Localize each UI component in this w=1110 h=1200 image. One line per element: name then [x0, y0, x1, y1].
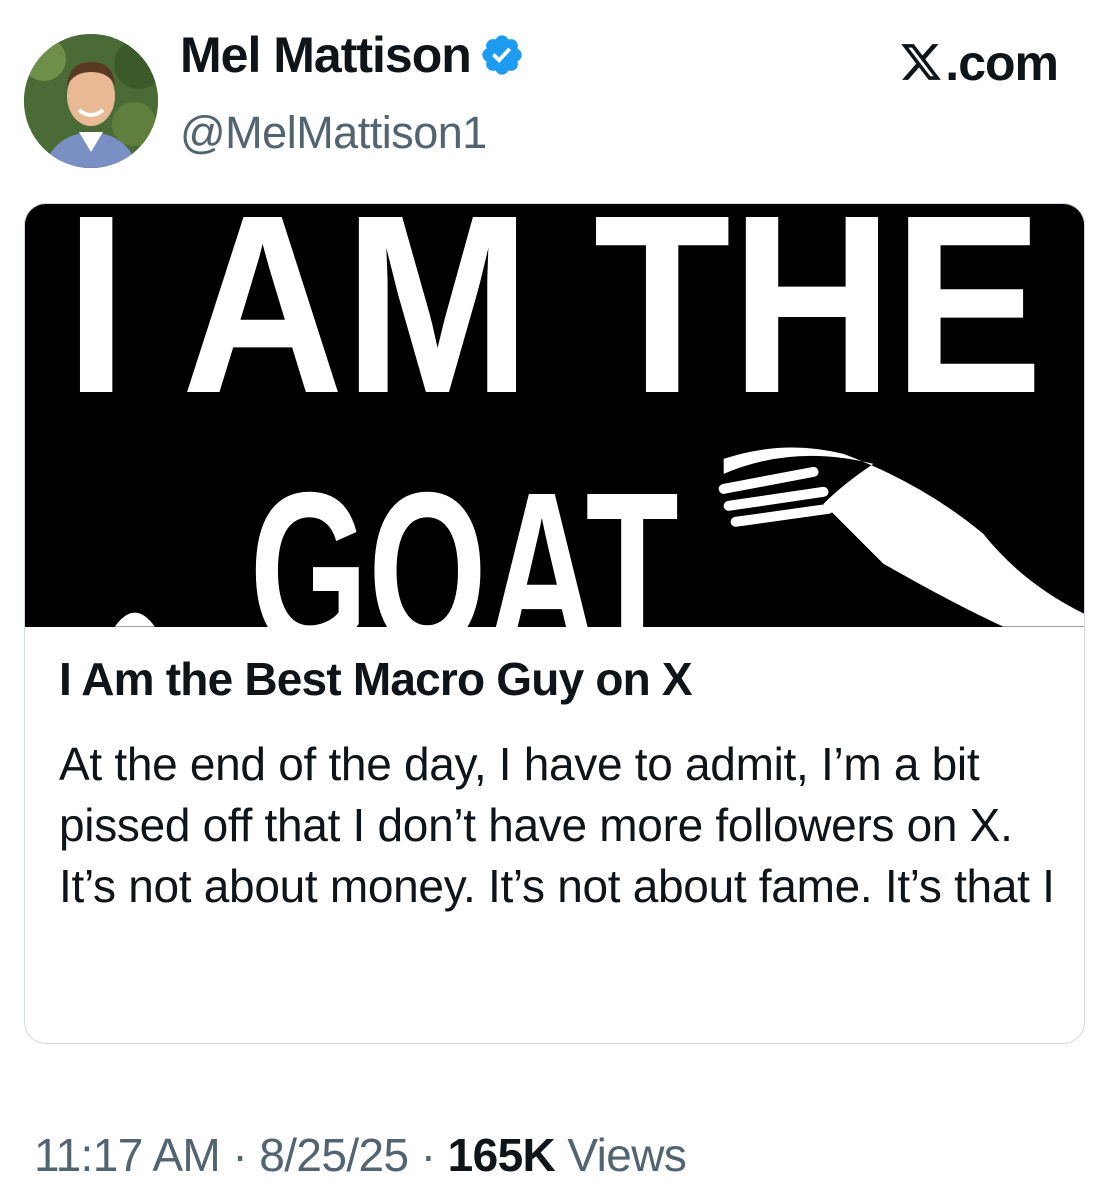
post-time[interactable]: 11:17 AM	[34, 1129, 221, 1181]
author-name-row[interactable]: Mel Mattison	[180, 30, 525, 80]
meta-separator-2: ·	[408, 1129, 448, 1181]
card-title[interactable]: I Am the Best Macro Guy on X	[59, 652, 693, 707]
post-date[interactable]: 8/25/25	[259, 1129, 409, 1181]
image-text-line1: I AM THE	[65, 204, 1043, 446]
site-label: .com	[899, 35, 1059, 91]
verified-badge-icon	[482, 35, 522, 75]
x-logo-icon	[901, 44, 942, 80]
author-name[interactable]: Mel Mattison	[180, 30, 472, 80]
link-preview-card[interactable]: I AM THE GOAT I Am the Best Macro Guy on…	[24, 203, 1085, 1044]
image-text-line2: GOAT	[250, 446, 679, 627]
goat-graphic: I AM THE GOAT	[25, 204, 1084, 627]
card-image[interactable]: I AM THE GOAT	[25, 204, 1084, 627]
card-description: At the end of the day, I have to admit, …	[59, 738, 1055, 912]
avatar[interactable]	[24, 34, 158, 168]
views-count: 165K	[447, 1129, 556, 1181]
author-handle[interactable]: @MelMattison1	[180, 110, 487, 155]
site-label-text: .com	[945, 35, 1059, 91]
avatar-photo	[24, 34, 158, 168]
post-meta: 11:17 AM · 8/25/25 · 165K Views	[34, 1129, 687, 1181]
meta-separator: ·	[220, 1129, 260, 1181]
views-label: Views	[567, 1129, 687, 1181]
